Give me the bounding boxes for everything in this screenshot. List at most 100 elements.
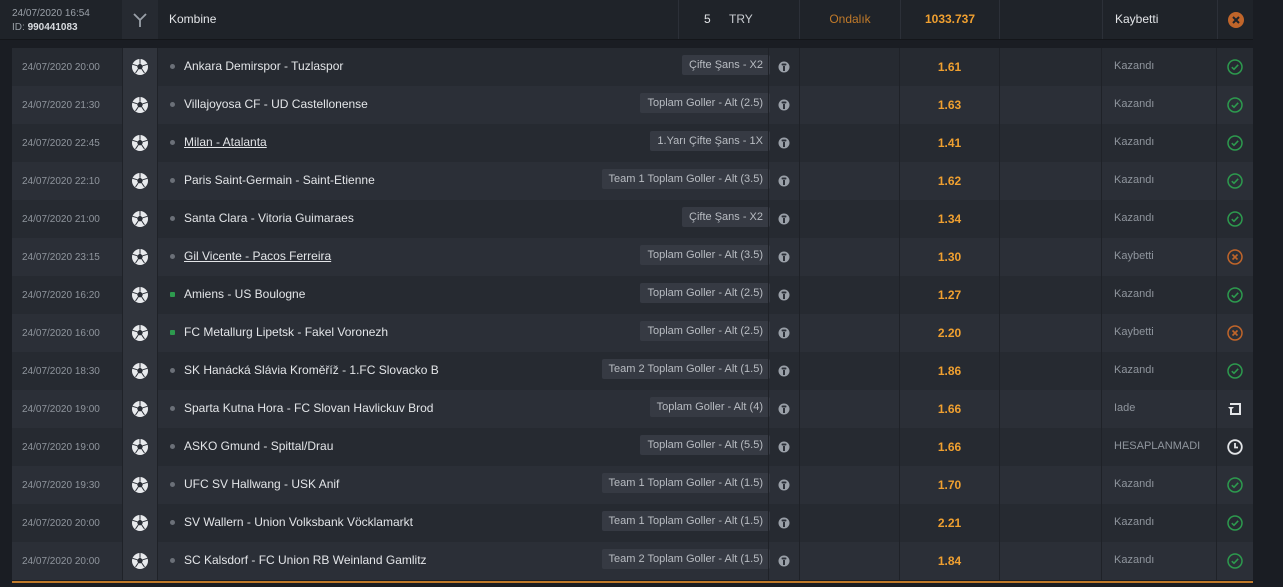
combo-icon [122,0,158,39]
market-badge: Team 1 Toplam Goller - Alt (1.5) [601,511,770,531]
empty-cell [1000,314,1102,352]
selection-match: Milan - Atalanta 1.Yarı Çifte Şans - 1X [158,124,770,162]
bet-datetime: 24/07/2020 16:54 [12,8,90,19]
selection-row: 24/07/2020 20:00 Ankara Demirspor - Tuzla… [12,48,1253,86]
clock-icon [1217,428,1253,466]
football-icon [122,276,158,314]
empty-cell [800,238,900,276]
empty-cell [1000,542,1102,580]
selection-status: Kazandı [1102,352,1217,390]
check-circle-icon [1217,542,1253,580]
live-status-dot [170,406,175,411]
selection-row: 24/07/2020 22:45 Milan - Atalanta 1.Yarı Ç… [12,124,1253,162]
selection-row: 24/07/2020 19:00 ASKO Gmund - Spittal/Dra… [12,428,1253,466]
empty-cell [800,162,900,200]
lost-x-circle-icon [1217,314,1253,352]
info-icon[interactable] [768,352,800,390]
selection-status: Kazandı [1102,504,1217,542]
info-icon[interactable] [768,162,800,200]
bet-stake: 5 TRY [678,0,800,39]
empty-cell [800,504,900,542]
info-icon[interactable] [768,86,800,124]
info-icon[interactable] [768,390,800,428]
empty-cell [800,428,900,466]
selection-odds: 1.41 [900,124,1000,162]
selection-odds: 2.21 [900,504,1000,542]
info-icon[interactable] [768,428,800,466]
selection-date: 24/07/2020 18:30 [22,366,100,377]
selection-row: 24/07/2020 18:30 SK Hanácká Slávia Kroměř… [12,352,1253,390]
match-name[interactable]: Gil Vicente - Pacos Ferreira [184,249,331,263]
check-circle-icon [1217,504,1253,542]
bet-header: 24/07/2020 16:54 ID: 990441083 Kombine 5… [0,0,1283,40]
market-badge: Toplam Goller - Alt (2.5) [640,321,770,341]
empty-cell [800,200,900,238]
selection-match: Amiens - US Boulogne Toplam Goller - Alt … [158,276,770,314]
live-status-dot [170,292,175,297]
info-icon[interactable] [768,276,800,314]
football-icon [122,200,158,238]
check-circle-icon [1217,48,1253,86]
selection-odds: 1.86 [900,352,1000,390]
live-status-dot [170,444,175,449]
live-status-dot [170,254,175,259]
football-icon [122,504,158,542]
selection-odds: 1.61 [900,48,1000,86]
empty-cell [1000,504,1102,542]
info-icon[interactable] [768,466,800,504]
selection-odds: 1.84 [900,542,1000,580]
info-icon[interactable] [768,124,800,162]
football-icon [122,238,158,276]
selection-date: 24/07/2020 21:00 [22,214,100,225]
selection-odds: 1.27 [900,276,1000,314]
selection-row: 24/07/2020 23:15 Gil Vicente - Pacos Ferr… [12,238,1253,276]
match-name: ASKO Gmund - Spittal/Drau [184,439,334,453]
selection-status: Kazandı [1102,86,1217,124]
live-status-dot [170,102,175,107]
selection-date: 24/07/2020 21:30 [22,100,100,111]
info-icon[interactable] [768,48,800,86]
selection-match: Paris Saint-Germain - Saint-Etienne Team … [158,162,770,200]
selection-match: SK Hanácká Slávia Kroměříž - 1.FC Slovac… [158,352,770,390]
football-icon [122,162,158,200]
selection-date: 24/07/2020 19:00 [22,442,100,453]
selection-status: Kazandı [1102,466,1217,504]
selection-match: Sparta Kutna Hora - FC Slovan Havlickuv … [158,390,770,428]
info-icon[interactable] [768,238,800,276]
selection-odds: 1.34 [900,200,1000,238]
selection-match: Villajoyosa CF - UD Castellonense Toplam … [158,86,770,124]
live-status-dot [170,482,175,487]
match-name[interactable]: Milan - Atalanta [184,135,267,149]
footer-divider [12,581,1253,583]
live-status-dot [170,216,175,221]
selection-row: 24/07/2020 21:00 Santa Clara - Vitoria Gu… [12,200,1253,238]
match-name: Ankara Demirspor - Tuzlaspor [184,59,344,73]
check-circle-icon [1217,352,1253,390]
empty-cell [1000,200,1102,238]
empty-cell [800,314,900,352]
football-icon [122,124,158,162]
selection-date: 24/07/2020 22:45 [22,138,100,149]
scrollbar[interactable] [1253,0,1283,587]
info-icon[interactable] [768,542,800,580]
empty-cell [1000,390,1102,428]
selection-odds: 1.66 [900,428,1000,466]
live-status-dot [170,178,175,183]
selection-match: Ankara Demirspor - Tuzlaspor Çifte Şans -… [158,48,770,86]
market-badge: Toplam Goller - Alt (4) [649,397,770,417]
selection-status: Kazandı [1102,276,1217,314]
football-icon [122,48,158,86]
empty-cell [1000,352,1102,390]
selection-match: ASKO Gmund - Spittal/Drau Toplam Goller -… [158,428,770,466]
selection-date: 24/07/2020 16:20 [22,290,100,301]
selection-status: Kaybetti [1102,238,1217,276]
info-icon[interactable] [768,504,800,542]
bet-datetime-block: 24/07/2020 16:54 ID: 990441083 [0,0,122,39]
info-icon[interactable] [768,200,800,238]
empty-cell [800,48,900,86]
selection-row: 24/07/2020 22:10 Paris Saint-Germain - Sa… [12,162,1253,200]
info-icon[interactable] [768,314,800,352]
selection-status: Kazandı [1102,124,1217,162]
market-badge: Toplam Goller - Alt (2.5) [640,283,770,303]
selection-match: SC Kalsdorf - FC Union RB Weinland Gamli… [158,542,770,580]
